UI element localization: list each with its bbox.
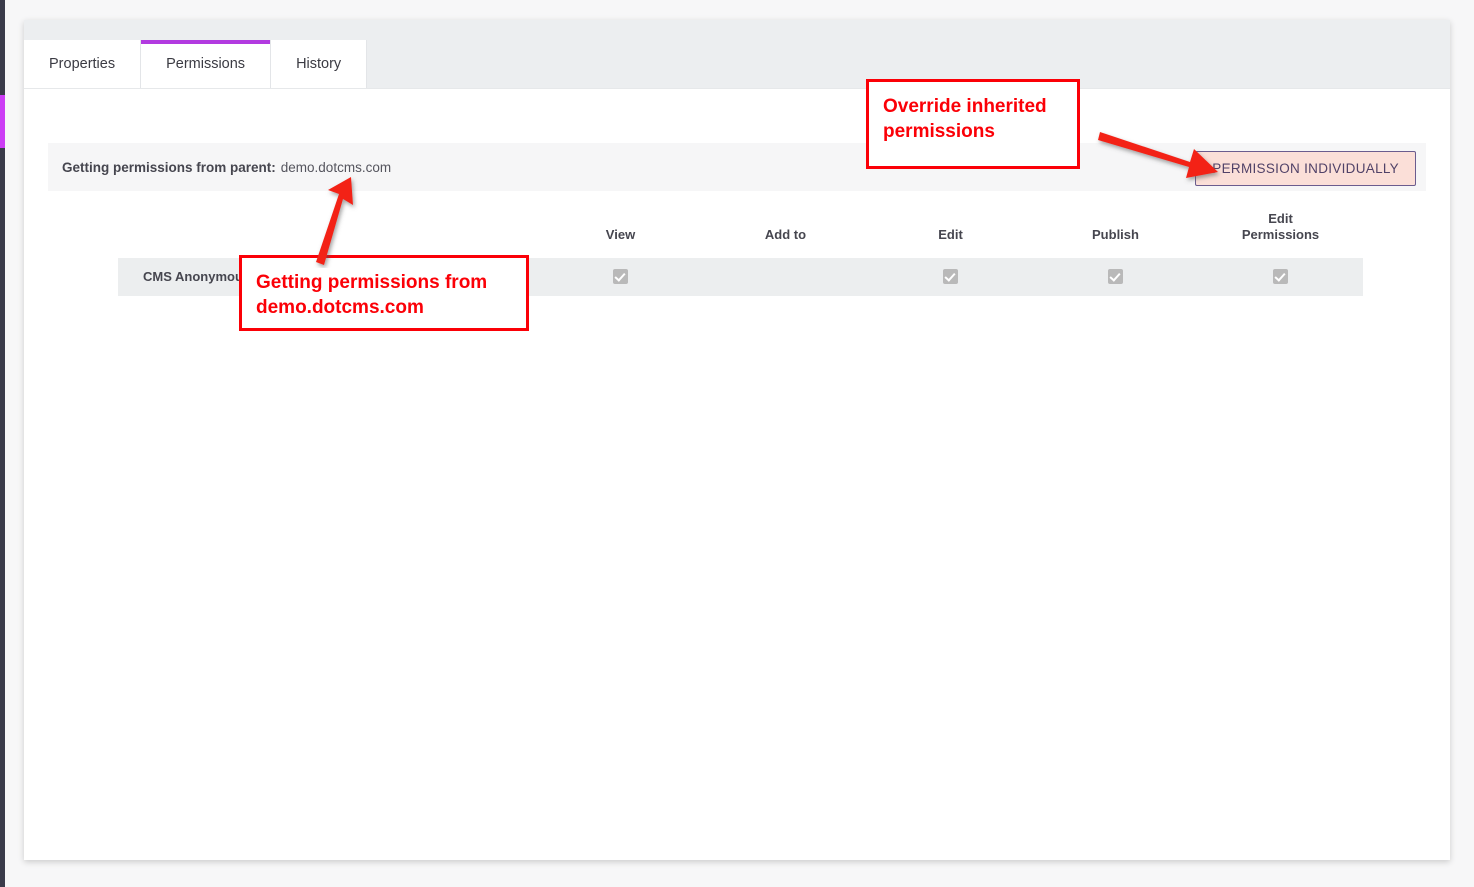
tab-bar-divider (24, 88, 1450, 89)
checkbox-view[interactable] (613, 269, 628, 284)
column-header-role (118, 205, 538, 258)
inherited-permissions-parent: demo.dotcms.com (281, 160, 391, 175)
content-card: Properties Permissions History Getting p… (24, 20, 1450, 860)
checkbox-edit[interactable] (943, 269, 958, 284)
column-header-publish: Publish (1033, 205, 1198, 258)
inherited-permissions-label: Getting permissions from parent: (62, 160, 276, 175)
checkbox-publish[interactable] (1108, 269, 1123, 284)
cell-edit (868, 258, 1033, 296)
column-header-view: View (538, 205, 703, 258)
annotation-override-line2: permissions (883, 121, 995, 142)
checkbox-add-to[interactable] (778, 269, 793, 284)
app-rail-gap (5, 0, 7, 887)
annotation-override-line1: Override inherited (883, 96, 1047, 117)
tab-bar: Properties Permissions History (24, 20, 1450, 88)
annotation-override-inherited-permissions: Override inherited permissions (866, 79, 1080, 169)
tab-history-label: History (296, 56, 341, 72)
inherited-permissions-banner: Getting permissions from parent: demo.do… (48, 143, 1426, 191)
tab-permissions[interactable]: Permissions (141, 40, 271, 88)
column-header-edit-permissions-line1: Edit (1268, 211, 1293, 226)
column-header-edit: Edit (868, 205, 1033, 258)
tab-history[interactable]: History (271, 40, 367, 88)
cell-edit-permissions (1198, 258, 1363, 296)
column-header-edit-permissions: Edit Permissions (1198, 205, 1363, 258)
cell-add-to (703, 258, 868, 296)
tab-properties[interactable]: Properties (24, 40, 141, 88)
cell-view (538, 258, 703, 296)
annotation-getting-permissions-from: Getting permissions from demo.dotcms.com (239, 255, 529, 331)
permission-individually-button[interactable]: PERMISSION INDIVIDUALLY (1195, 151, 1416, 186)
cell-publish (1033, 258, 1198, 296)
tab-permissions-label: Permissions (166, 56, 245, 72)
annotation-getting-line2: demo.dotcms.com (256, 297, 424, 318)
column-header-add-to: Add to (703, 205, 868, 258)
permissions-table-header-row: View Add to Edit Publish Edit Permission… (118, 205, 1363, 258)
checkbox-edit-permissions[interactable] (1273, 269, 1288, 284)
tab-list: Properties Permissions History (24, 40, 367, 88)
annotation-getting-line1: Getting permissions from (256, 272, 487, 293)
permissions-table-head: View Add to Edit Publish Edit Permission… (118, 205, 1363, 258)
column-header-edit-permissions-line2: Permissions (1242, 227, 1319, 242)
tab-properties-label: Properties (49, 56, 115, 72)
